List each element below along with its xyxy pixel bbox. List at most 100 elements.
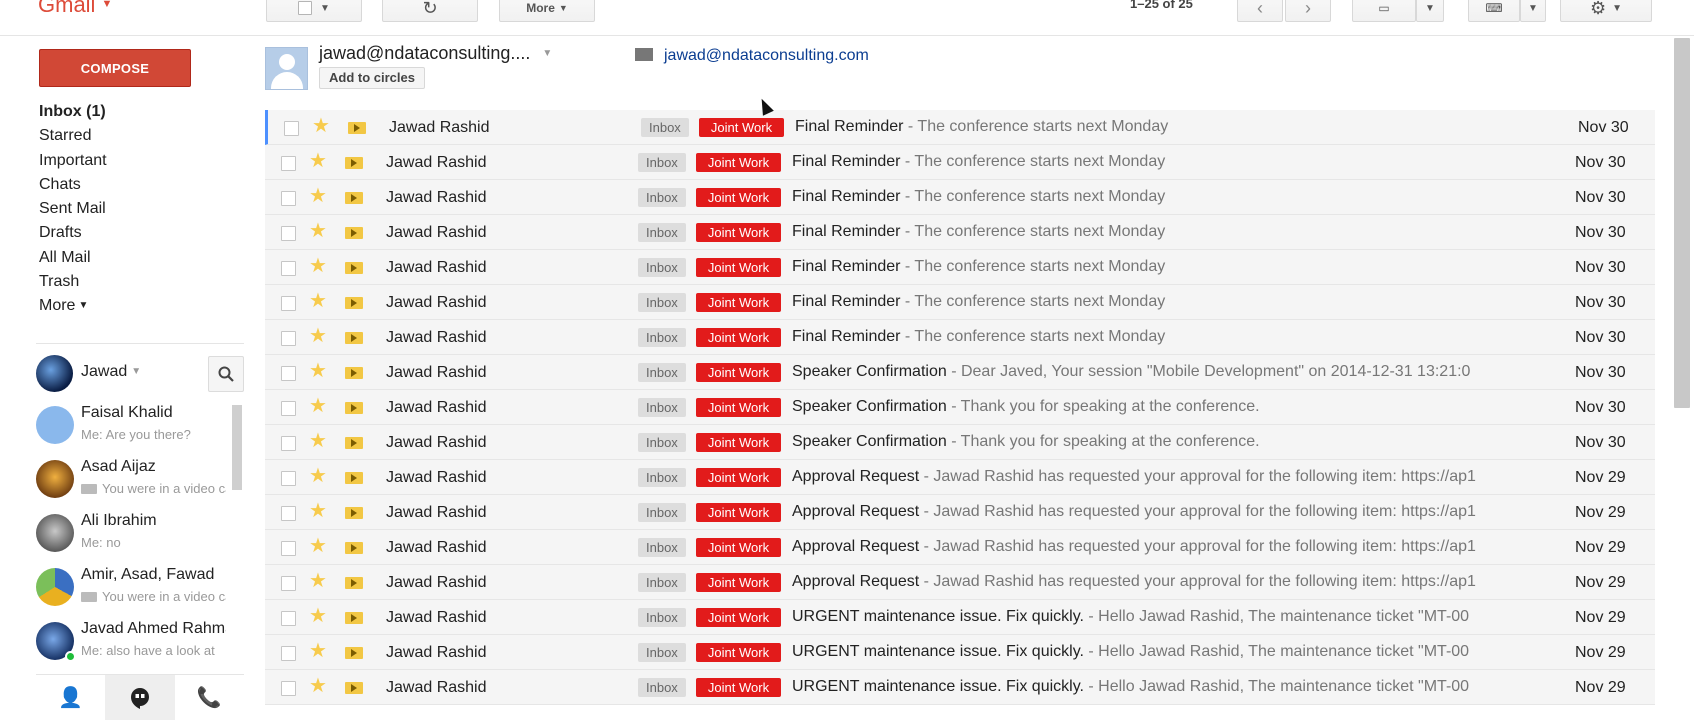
settings-button[interactable]: ⚙ ▼ bbox=[1560, 0, 1652, 22]
joint-work-label[interactable]: Joint Work bbox=[696, 398, 781, 417]
sidebar-item-more[interactable]: More ▼ bbox=[39, 294, 239, 318]
joint-work-label[interactable]: Joint Work bbox=[696, 293, 781, 312]
mail-row[interactable]: ★ Jawad Rashid Inbox Joint Work URGENT maint… bbox=[265, 635, 1655, 670]
contact-item[interactable]: Ali Ibrahim Me: no bbox=[36, 511, 236, 565]
star-icon[interactable]: ★ bbox=[309, 501, 327, 521]
star-icon[interactable]: ★ bbox=[309, 466, 327, 486]
important-marker-icon[interactable] bbox=[345, 682, 363, 694]
important-marker-icon[interactable] bbox=[345, 227, 363, 239]
inbox-label[interactable]: Inbox bbox=[638, 468, 686, 487]
mail-row[interactable]: ★ Jawad Rashid Inbox Joint Work Final Remind… bbox=[265, 320, 1655, 355]
row-checkbox[interactable] bbox=[281, 541, 296, 556]
joint-work-label[interactable]: Joint Work bbox=[696, 153, 781, 172]
star-icon[interactable]: ★ bbox=[309, 396, 327, 416]
joint-work-label[interactable]: Joint Work bbox=[696, 223, 781, 242]
mail-row[interactable]: ★ Jawad Rashid Inbox Joint Work Approval Req… bbox=[265, 495, 1655, 530]
contacts-scrollbar[interactable] bbox=[232, 405, 242, 490]
inbox-label[interactable]: Inbox bbox=[638, 643, 686, 662]
star-icon[interactable]: ★ bbox=[309, 641, 327, 661]
inbox-label[interactable]: Inbox bbox=[638, 538, 686, 557]
row-checkbox[interactable] bbox=[281, 681, 296, 696]
row-checkbox[interactable] bbox=[281, 611, 296, 626]
display-density-dropdown[interactable]: ▼ bbox=[1416, 0, 1444, 22]
mail-row[interactable]: ★ Jawad Rashid Inbox Joint Work Approval Req… bbox=[265, 460, 1655, 495]
row-checkbox[interactable] bbox=[281, 331, 296, 346]
contact-item[interactable]: Amir, Asad, Fawad You were in a video ca… bbox=[36, 565, 236, 619]
mail-row[interactable]: ★ Jawad Rashid Inbox Joint Work URGENT maint… bbox=[265, 600, 1655, 635]
phone-tab[interactable]: 📞 bbox=[175, 675, 244, 720]
star-icon[interactable]: ★ bbox=[309, 326, 327, 346]
important-marker-icon[interactable] bbox=[345, 647, 363, 659]
next-page-button[interactable]: › bbox=[1285, 0, 1331, 22]
row-checkbox[interactable] bbox=[284, 121, 299, 136]
important-marker-icon[interactable] bbox=[345, 332, 363, 344]
mail-row[interactable]: ★ Jawad Rashid Inbox Joint Work Final Remind… bbox=[265, 110, 1655, 145]
star-icon[interactable]: ★ bbox=[309, 151, 327, 171]
star-icon[interactable]: ★ bbox=[309, 186, 327, 206]
sender-display-email[interactable]: jawad@ndataconsulting.... ▼ bbox=[319, 43, 552, 64]
sidebar-item-starred[interactable]: Starred bbox=[39, 124, 239, 148]
row-checkbox[interactable] bbox=[281, 226, 296, 241]
more-actions-button[interactable]: More ▼ bbox=[499, 0, 595, 22]
prev-page-button[interactable]: ‹ bbox=[1237, 0, 1283, 22]
important-marker-icon[interactable] bbox=[345, 472, 363, 484]
important-marker-icon[interactable] bbox=[348, 122, 366, 134]
row-checkbox[interactable] bbox=[281, 156, 296, 171]
inbox-label[interactable]: Inbox bbox=[638, 608, 686, 627]
inbox-label[interactable]: Inbox bbox=[641, 118, 689, 137]
mail-row[interactable]: ★ Jawad Rashid Inbox Joint Work Final Remind… bbox=[265, 215, 1655, 250]
hangouts-tab[interactable] bbox=[105, 675, 175, 720]
inbox-label[interactable]: Inbox bbox=[638, 328, 686, 347]
joint-work-label[interactable]: Joint Work bbox=[696, 188, 781, 207]
inbox-label[interactable]: Inbox bbox=[638, 433, 686, 452]
mail-row[interactable]: ★ Jawad Rashid Inbox Joint Work Final Remind… bbox=[265, 250, 1655, 285]
sidebar-item-sent-mail[interactable]: Sent Mail bbox=[39, 197, 239, 221]
add-to-circles-button[interactable]: Add to circles bbox=[319, 67, 425, 89]
inbox-label[interactable]: Inbox bbox=[638, 678, 686, 697]
star-icon[interactable]: ★ bbox=[309, 676, 327, 696]
joint-work-label[interactable]: Joint Work bbox=[696, 503, 781, 522]
sidebar-item-chats[interactable]: Chats bbox=[39, 173, 239, 197]
mail-row[interactable]: ★ Jawad Rashid Inbox Joint Work Speaker Conf… bbox=[265, 390, 1655, 425]
important-marker-icon[interactable] bbox=[345, 402, 363, 414]
inbox-label[interactable]: Inbox bbox=[638, 223, 686, 242]
sender-email-link[interactable]: jawad@ndataconsulting.com bbox=[635, 47, 869, 65]
star-icon[interactable]: ★ bbox=[309, 536, 327, 556]
sidebar-item-trash[interactable]: Trash bbox=[39, 270, 239, 294]
important-marker-icon[interactable] bbox=[345, 542, 363, 554]
star-icon[interactable]: ★ bbox=[309, 606, 327, 626]
input-tools-button[interactable]: ⌨ bbox=[1468, 0, 1520, 22]
input-tools-dropdown[interactable]: ▼ bbox=[1520, 0, 1546, 22]
star-icon[interactable]: ★ bbox=[309, 291, 327, 311]
joint-work-label[interactable]: Joint Work bbox=[696, 643, 781, 662]
hangouts-search-button[interactable] bbox=[208, 356, 244, 392]
contacts-tab[interactable]: 👤 bbox=[36, 675, 105, 720]
joint-work-label[interactable]: Joint Work bbox=[696, 433, 781, 452]
mail-row[interactable]: ★ Jawad Rashid Inbox Joint Work Approval Req… bbox=[265, 565, 1655, 600]
important-marker-icon[interactable] bbox=[345, 612, 363, 624]
important-marker-icon[interactable] bbox=[345, 577, 363, 589]
mail-row[interactable]: ★ Jawad Rashid Inbox Joint Work URGENT maint… bbox=[265, 670, 1655, 705]
important-marker-icon[interactable] bbox=[345, 262, 363, 274]
select-checkbox[interactable] bbox=[298, 1, 313, 15]
main-scrollbar[interactable] bbox=[1674, 38, 1690, 408]
mail-row[interactable]: ★ Jawad Rashid Inbox Joint Work Final Remind… bbox=[265, 180, 1655, 215]
important-marker-icon[interactable] bbox=[345, 507, 363, 519]
joint-work-label[interactable]: Joint Work bbox=[696, 363, 781, 382]
important-marker-icon[interactable] bbox=[345, 297, 363, 309]
joint-work-label[interactable]: Joint Work bbox=[696, 328, 781, 347]
joint-work-label[interactable]: Joint Work bbox=[696, 573, 781, 592]
important-marker-icon[interactable] bbox=[345, 192, 363, 204]
sidebar-item-important[interactable]: Important bbox=[39, 149, 239, 173]
my-avatar[interactable] bbox=[36, 355, 73, 392]
inbox-label[interactable]: Inbox bbox=[638, 293, 686, 312]
gmail-logo[interactable]: Gmail ▼ bbox=[38, 0, 112, 18]
display-density-button[interactable]: ▭ bbox=[1352, 0, 1416, 22]
row-checkbox[interactable] bbox=[281, 401, 296, 416]
inbox-label[interactable]: Inbox bbox=[638, 188, 686, 207]
sender-avatar[interactable] bbox=[265, 47, 308, 90]
joint-work-label[interactable]: Joint Work bbox=[696, 608, 781, 627]
joint-work-label[interactable]: Joint Work bbox=[696, 258, 781, 277]
star-icon[interactable]: ★ bbox=[312, 116, 330, 136]
star-icon[interactable]: ★ bbox=[309, 256, 327, 276]
